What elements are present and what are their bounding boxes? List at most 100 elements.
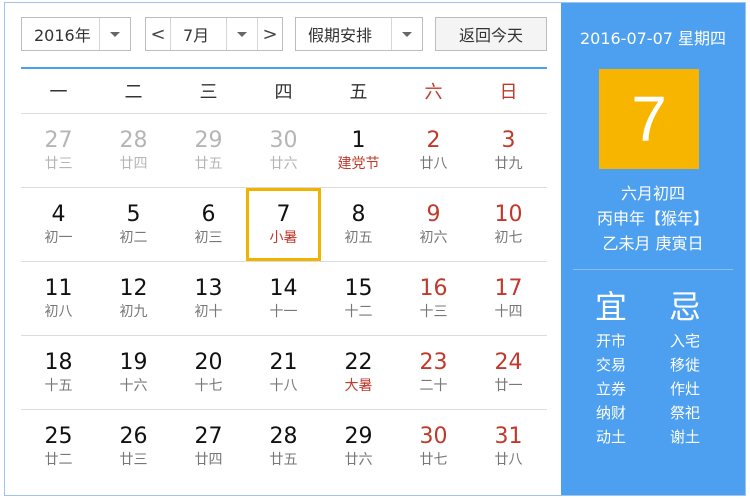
week-row: 4 初一 5 初二 6 初三 7 小暑 8 初五 9 初六 10 初七: [21, 187, 547, 261]
big-day-number: 7: [599, 69, 699, 169]
lunar-date: 廿三: [119, 452, 148, 468]
weekday-label: 六: [424, 82, 443, 103]
weekday-label: 二: [124, 82, 143, 103]
day-cell[interactable]: 3 廿九: [471, 114, 546, 187]
week-row: 11 初八 12 初九 13 初十 14 十一 15 十二 16 十三 17 十四: [21, 261, 547, 335]
lunar-date: 廿八: [419, 156, 448, 172]
day-cell[interactable]: 5 初二: [96, 188, 171, 261]
lunar-date: 廿三: [44, 156, 73, 172]
day-number: 26: [119, 424, 148, 449]
day-cell[interactable]: 4 初一: [21, 188, 96, 261]
chevron-down-icon: [99, 18, 130, 50]
avoid-title: 忌: [668, 288, 701, 326]
lunar-date: 初三: [194, 230, 223, 246]
weekday-label: 五: [349, 82, 368, 103]
weekday-label: 四: [274, 82, 293, 103]
day-cell[interactable]: 30 廿六: [246, 114, 321, 187]
suitable-item: 交易: [595, 356, 626, 374]
weekday-label: 日: [499, 82, 518, 103]
day-number: 30: [269, 128, 298, 153]
today-cell[interactable]: 7 小暑: [246, 188, 321, 261]
day-number: 7: [276, 202, 291, 227]
day-cell[interactable]: 6 初三: [171, 188, 246, 261]
day-cell[interactable]: 21 十八: [246, 336, 321, 409]
lunar-date: 二十: [419, 378, 448, 394]
day-cell[interactable]: 22 大暑: [321, 336, 396, 409]
day-cell[interactable]: 18 十五: [21, 336, 96, 409]
header-divider: [21, 67, 547, 69]
day-cell[interactable]: 29 廿六: [321, 410, 396, 483]
day-cell[interactable]: 28 廿五: [246, 410, 321, 483]
day-cell[interactable]: 16 十三: [396, 262, 471, 335]
day-cell[interactable]: 8 初五: [321, 188, 396, 261]
day-number: 13: [194, 276, 223, 301]
lunar-date: 廿二: [44, 452, 73, 468]
day-cell[interactable]: 1 建党节: [321, 114, 396, 187]
day-cell[interactable]: 2 廿八: [396, 114, 471, 187]
day-number: 24: [494, 350, 523, 375]
day-number: 23: [419, 350, 448, 375]
lunar-date: 廿八: [494, 452, 523, 468]
day-number: 19: [119, 350, 148, 375]
day-number: 30: [419, 424, 448, 449]
lunar-date: 廿六: [269, 156, 298, 172]
day-cell[interactable]: 29 廿五: [171, 114, 246, 187]
day-number: 31: [494, 424, 523, 449]
day-cell[interactable]: 10 初七: [471, 188, 546, 261]
chevron-down-icon: [226, 18, 257, 50]
back-to-today-button[interactable]: 返回今天: [435, 17, 547, 51]
day-cell[interactable]: 28 廿四: [96, 114, 171, 187]
toolbar: 2016年 < 7月 > 假期安排 返回今天: [21, 17, 547, 53]
lunar-date: 十三: [419, 304, 448, 320]
day-number: 8: [351, 202, 366, 227]
day-number: 28: [269, 424, 298, 449]
day-cell[interactable]: 25 廿二: [21, 410, 96, 483]
day-cell[interactable]: 11 初八: [21, 262, 96, 335]
day-number: 1: [351, 128, 366, 153]
lunar-date: 廿五: [194, 156, 223, 172]
day-cell[interactable]: 17 十四: [471, 262, 546, 335]
lunar-date: 廿七: [419, 452, 448, 468]
next-month-button[interactable]: >: [257, 18, 282, 50]
week-row: 25 廿二 26 廿三 27 廿四 28 廿五 29 廿六 30 廿七 31 廿八: [21, 409, 547, 483]
week-row: 18 十五 19 十六 20 十七 21 十八 22 大暑 23 二十 24 廿一: [21, 335, 547, 409]
year-select[interactable]: 2016年: [21, 17, 131, 51]
day-cell[interactable]: 27 廿三: [21, 114, 96, 187]
day-cell[interactable]: 31 廿八: [471, 410, 546, 483]
lunar-date: 廿五: [269, 452, 298, 468]
suitable-item: 动土: [595, 428, 626, 446]
lunar-date: 初八: [44, 304, 73, 320]
day-cell[interactable]: 13 初十: [171, 262, 246, 335]
month-picker[interactable]: < 7月 >: [145, 17, 283, 51]
day-cell[interactable]: 12 初九: [96, 262, 171, 335]
day-cell[interactable]: 23 二十: [396, 336, 471, 409]
day-cell[interactable]: 30 廿七: [396, 410, 471, 483]
lunar-date: 初一: [44, 230, 73, 246]
day-cell[interactable]: 19 十六: [96, 336, 171, 409]
day-number: 29: [194, 128, 223, 153]
day-number: 27: [44, 128, 73, 153]
lunar-date: 初六: [419, 230, 448, 246]
weekday-label: 三: [199, 82, 218, 103]
suitable-list: 宜 开市 交易 立券 纳财 动土: [571, 285, 651, 449]
day-cell[interactable]: 15 十二: [321, 262, 396, 335]
day-number: 17: [494, 276, 523, 301]
day-number: 11: [44, 276, 73, 301]
day-cell[interactable]: 20 十七: [171, 336, 246, 409]
lunar-date: 廿一: [494, 378, 523, 394]
day-cell[interactable]: 27 廿四: [171, 410, 246, 483]
avoid-item: 谢土: [669, 428, 700, 446]
suitable-item: 立券: [595, 380, 626, 398]
day-cell[interactable]: 14 十一: [246, 262, 321, 335]
lunar-date: 十八: [269, 378, 298, 394]
day-number: 4: [51, 202, 66, 227]
holiday-select[interactable]: 假期安排: [295, 17, 423, 51]
day-cell[interactable]: 24 廿一: [471, 336, 546, 409]
prev-month-button[interactable]: <: [146, 18, 171, 50]
day-cell[interactable]: 9 初六: [396, 188, 471, 261]
holiday-value: 假期安排: [308, 26, 373, 45]
panel-divider: [573, 269, 733, 270]
avoid-item: 祭祀: [669, 404, 700, 422]
lunar-date: 初五: [344, 230, 373, 246]
day-cell[interactable]: 26 廿三: [96, 410, 171, 483]
